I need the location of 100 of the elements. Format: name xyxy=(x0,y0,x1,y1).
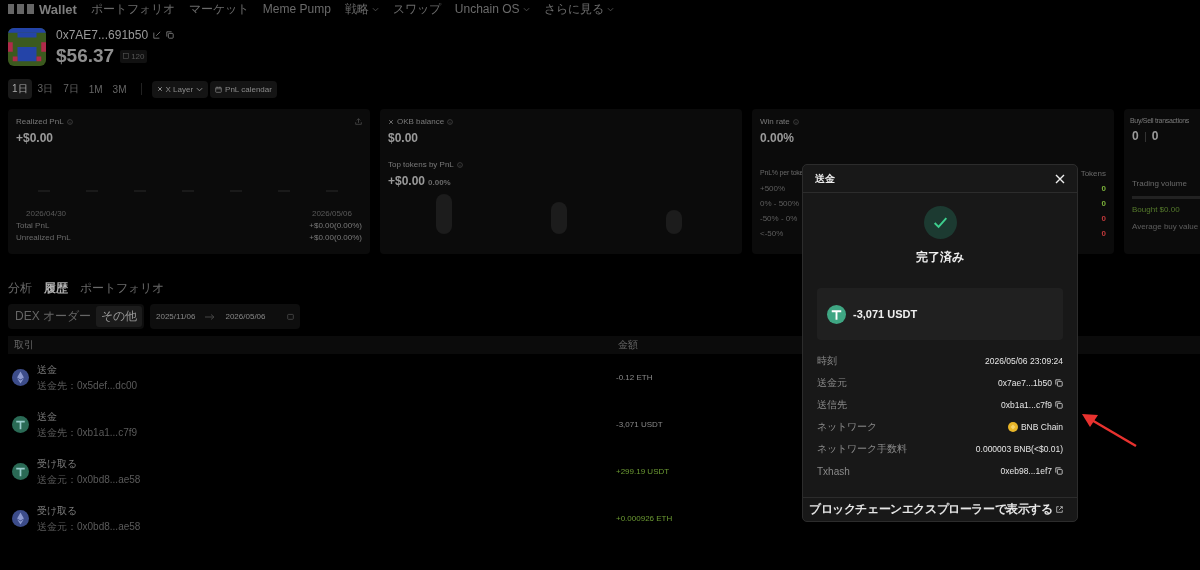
token-count: 0 xyxy=(1101,199,1106,208)
row-label: Total PnL xyxy=(16,221,50,230)
detail-value: 2026/05/06 23:09:24 xyxy=(985,356,1063,366)
info-icon xyxy=(792,118,799,125)
period-tab[interactable]: 3M xyxy=(108,80,131,98)
date-range-field[interactable]: 2025/11/06 2026/05/06 xyxy=(150,304,300,329)
range-label: <-50% xyxy=(760,229,784,238)
chain-dropdown[interactable]: X Layer xyxy=(151,80,209,98)
card-title: Realized PnL xyxy=(16,117,64,126)
detail-value: 0xeb98...1ef7 xyxy=(1000,466,1052,476)
transaction-amount: +299.19 USDT xyxy=(616,467,670,476)
row-value: +$0.00(0.00%) xyxy=(309,221,362,230)
x-logo-icon xyxy=(388,118,394,125)
balance-value: $0.00 xyxy=(388,131,420,145)
tether-coin-icon xyxy=(12,463,29,480)
copy-icon[interactable] xyxy=(166,31,175,39)
pnl-percent: 0.00% xyxy=(428,178,451,187)
bnb-coin-icon xyxy=(1007,422,1018,432)
bought-value: Bought $0.00 xyxy=(1132,205,1181,214)
transaction-type: 受け取る xyxy=(37,456,78,471)
transaction-amount: -3,071 USDT xyxy=(616,420,663,429)
nav-link[interactable]: ポートフォリオ xyxy=(90,0,175,18)
arrow-icon xyxy=(205,313,216,320)
nav-link[interactable]: 戦略 xyxy=(344,0,379,18)
detail-value: BNB Chain xyxy=(1020,422,1063,432)
caret-icon xyxy=(371,6,379,12)
card-title: Win rate xyxy=(760,117,790,126)
order-type-tab[interactable]: その他 xyxy=(96,306,142,327)
period-tab[interactable]: 1M xyxy=(84,80,107,98)
detail-label: 送金元 xyxy=(817,376,847,390)
info-icon xyxy=(456,161,463,168)
copy-icon[interactable] xyxy=(1055,467,1063,475)
tether-coin-icon xyxy=(12,416,29,433)
buy-count: 0 xyxy=(1132,129,1139,143)
period-tab[interactable]: 1日 xyxy=(8,79,32,99)
transaction-type: 送金 xyxy=(37,409,58,424)
pnl-calendar-button[interactable]: PnL calendar xyxy=(210,80,277,98)
period-tab[interactable]: 7日 xyxy=(59,79,83,99)
detail-label: 送信先 xyxy=(817,398,847,412)
info-icon xyxy=(66,118,73,125)
external-link-icon[interactable] xyxy=(1055,506,1063,513)
caret-icon xyxy=(606,6,614,12)
nav-link[interactable]: マーケット xyxy=(188,0,249,18)
checkmark-icon xyxy=(923,206,957,239)
axis-date: 2026/05/06 xyxy=(311,209,352,218)
detail-value: 0x7ae7...1b50 xyxy=(998,378,1052,388)
card-subtitle: Top tokens by PnL xyxy=(388,160,454,169)
nav-link[interactable]: さらに見る xyxy=(543,0,614,18)
nav-link[interactable]: Meme Pump xyxy=(262,2,331,16)
range-label: +500% xyxy=(760,184,786,193)
detail-label: 時刻 xyxy=(817,354,837,368)
logo-icon[interactable] xyxy=(8,4,34,14)
ethereum-coin-icon xyxy=(12,369,29,386)
transaction-address: 送金元：0x0bd8...ae58 xyxy=(37,472,141,487)
card-title: OKB balance xyxy=(397,117,445,126)
status-text: 完了済み xyxy=(916,249,964,266)
token-count: 0 xyxy=(1101,214,1106,223)
column-header: 金額 xyxy=(618,338,639,352)
detail-label: Txhash xyxy=(817,465,850,477)
transaction-address: 送金元：0x0bd8...ae58 xyxy=(37,519,141,534)
transaction-type: 受け取る xyxy=(37,503,78,518)
info-icon xyxy=(447,118,454,125)
detail-value: 0xb1a1...c7f9 xyxy=(1000,400,1052,410)
section-tab[interactable]: 分析 xyxy=(8,280,32,297)
edit-icon[interactable] xyxy=(153,31,162,39)
pnl-value: +$0.00 xyxy=(388,174,426,188)
row-label: Unrealized PnL xyxy=(16,233,71,242)
copy-icon[interactable] xyxy=(1055,379,1063,387)
period-tab[interactable]: 3日 xyxy=(33,79,58,99)
explorer-link[interactable]: ブロックチェーンエクスプローラーで表示する xyxy=(809,501,1053,518)
caret-icon xyxy=(196,86,204,92)
caret-icon xyxy=(522,6,530,12)
tether-coin-icon xyxy=(827,304,846,324)
balance-amount: $56.37 xyxy=(56,45,115,67)
calendar-icon xyxy=(123,53,130,59)
sell-count: 0 xyxy=(1151,129,1159,143)
transaction-address: 送金先：0xb1a1...c7f9 xyxy=(37,425,138,440)
nav-link[interactable]: スワップ xyxy=(392,0,441,18)
section-tab[interactable]: 履歴 xyxy=(44,280,68,297)
detail-label: ネットワーク手数料 xyxy=(817,442,907,456)
transaction-amount: +0.000926 ETH xyxy=(616,514,673,523)
token-count: 0 xyxy=(1101,184,1106,193)
section-tab[interactable]: ポートフォリオ xyxy=(80,280,164,297)
x-logo-icon xyxy=(156,86,163,92)
row-value: +$0.00(0.00%) xyxy=(309,233,362,242)
pixel-avatar-icon xyxy=(8,28,46,66)
row-label: Average buy value xyxy=(1132,222,1200,231)
transfer-amount: -3,071 USDT xyxy=(853,308,918,320)
detail-value: 0.000003 BNB(<$0.01) xyxy=(975,444,1063,454)
transaction-address: 送金先：0x5def...dc00 xyxy=(37,378,138,393)
win-rate-value: 0.00% xyxy=(760,131,796,145)
pnl-value: +$0.00 xyxy=(16,131,55,145)
close-button[interactable] xyxy=(1055,173,1065,184)
nav-link[interactable]: Unchain OS xyxy=(454,2,530,16)
wallet-address: 0x7AE7...691b50 xyxy=(56,28,149,42)
dialog-title: 送金 xyxy=(815,171,835,186)
ethereum-coin-icon xyxy=(12,510,29,527)
copy-icon[interactable] xyxy=(1055,401,1063,409)
column-label: Tokens xyxy=(1080,169,1106,178)
order-type-tab[interactable]: DEX オーダー xyxy=(10,306,96,327)
